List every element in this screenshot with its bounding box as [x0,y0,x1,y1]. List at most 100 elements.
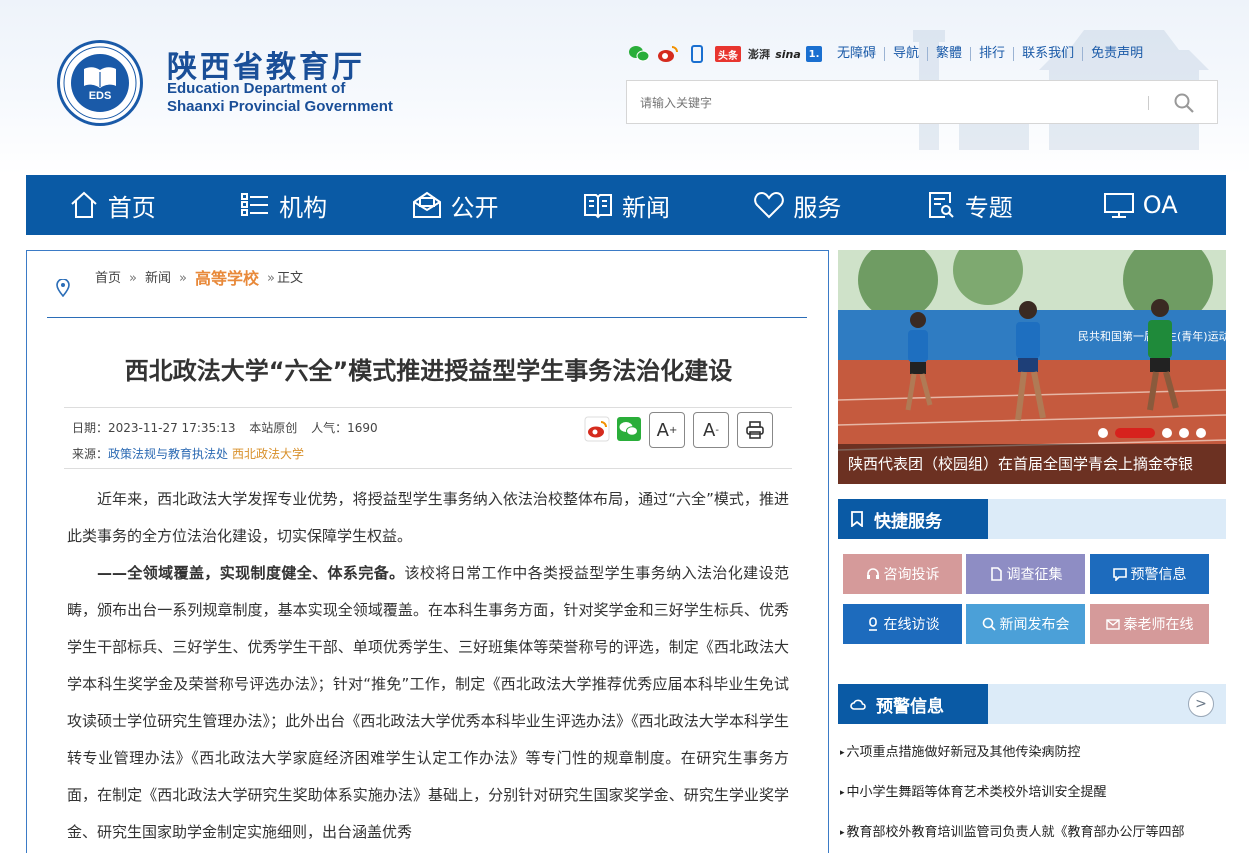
slider-dot-active[interactable] [1115,428,1155,438]
service-teacher-button[interactable]: 秦老师在线 [1090,604,1209,644]
breadcrumb-home[interactable]: 首页 [95,266,121,292]
warning-item[interactable]: 六项重点措施做好新冠及其他传染病防控 [840,740,1224,780]
breadcrumb-news[interactable]: 新闻 [145,266,171,292]
service-warning-button[interactable]: 预警信息 [1090,554,1209,594]
monitor-icon [1103,193,1134,218]
breadcrumb-tail: 正文 [276,271,303,286]
slider-dot[interactable] [1162,428,1172,438]
nav-topics-label: 专题 [964,193,1013,222]
warnings-list: 六项重点措施做好新冠及其他传染病防控 中小学生舞蹈等体育艺术类校外培训安全提醒 … [840,740,1224,853]
nav-institutions[interactable]: 机构 [197,175,368,235]
xuexi-icon[interactable]: 1. [806,46,822,62]
article-paragraph: 近年来，西北政法大学发挥专业优势，将授益型学生事务纳入依法治校整体布局，通过“六… [67,490,789,545]
service-survey-button[interactable]: 调查征集 [966,554,1085,594]
slider-dot[interactable] [1196,428,1206,438]
heart-icon [754,191,785,219]
link-contact[interactable]: 联系我们 [1014,47,1084,61]
nav-public-label: 公开 [450,193,499,222]
search-input[interactable] [640,93,1140,113]
mobile-icon[interactable] [686,44,708,64]
chevron-right-icon: > [1195,696,1207,712]
warnings-header: 预警信息 > [838,684,1226,724]
article-origin: 本站原创 [249,421,298,435]
wechat-icon[interactable] [628,44,650,64]
weibo-share-icon[interactable] [584,416,610,442]
nav-home-label: 首页 [107,193,156,222]
print-button[interactable] [737,412,773,448]
service-warning-label: 预警信息 [1130,567,1187,583]
search-divider [1148,96,1149,110]
news-slider[interactable]: 民共和国第一届学生(青年)运动会 陕西代表团（校园组）在首届全国学青会上摘金夺银 [838,250,1226,484]
mail-icon [412,191,441,218]
source-school-link[interactable]: 西北政法大学 [232,447,304,461]
nav-news[interactable]: 新闻 [540,175,711,235]
article-body: 近年来，西北政法大学发挥专业优势，将授益型学生事务纳入依法治校整体布局，通过“六… [67,481,789,851]
bookmark-icon [851,511,863,527]
nav-oa[interactable]: OA [1055,175,1226,235]
nav-topics[interactable]: 专题 [883,175,1054,235]
service-press-button[interactable]: 新闻发布会 [966,604,1085,644]
weibo-icon[interactable] [657,44,679,64]
warnings-more-button[interactable]: > [1188,691,1214,717]
slider-dot[interactable] [1098,428,1108,438]
service-survey-label: 调查征集 [1006,567,1063,583]
font-decrease-button[interactable]: A- [693,412,729,448]
slider-dot[interactable] [1179,428,1189,438]
service-interview-button[interactable]: 在线访谈 [843,604,962,644]
service-press-label: 新闻发布会 [999,617,1070,633]
nav-institutions-label: 机构 [279,193,328,222]
breadcrumb-separator: » [266,271,275,286]
paragraph-text: 该校将日常工作中各类授益型学生事务纳入法治化建设范畴，颁布出台一系列规章制度，基… [67,564,789,841]
quick-services-title: 快捷服务 [874,511,942,532]
nav-services[interactable]: 服务 [712,175,883,235]
service-interview-label: 在线访谈 [883,617,940,633]
site-name-en-line1: Education Department of [167,80,346,97]
nav-home[interactable]: 首页 [26,175,197,235]
breadcrumb-current[interactable]: 高等学校 [195,266,259,292]
link-accessibility[interactable]: 无障碍 [829,47,886,61]
warning-item[interactable]: 中小学生舞蹈等体育艺术类校外培训安全提醒 [840,780,1224,820]
logo-emblem: EDS [71,54,129,112]
search-icon [982,617,996,631]
thepaper-icon[interactable]: 澎湃 [748,44,770,64]
warning-item[interactable]: 教育部校外教育培训监管司负责人就《教育部办公厅等四部 [840,820,1224,853]
warnings-tab: 预警信息 [838,684,988,724]
slider-dots [1098,428,1213,438]
search-icon[interactable] [1173,92,1195,114]
quick-services-header: 快捷服务 [838,499,1226,539]
article-date: 日期：2023-11-27 17:35:13 [72,421,236,435]
font-increase-button[interactable]: A + [649,412,685,448]
source-label: 来源： [72,447,109,461]
toutiao-icon[interactable]: 头条 [715,46,741,62]
nav-public[interactable]: 公开 [369,175,540,235]
headset-icon [866,568,879,579]
meta-line1: 日期：2023-11-27 17:35:13 本站原创 人气：1690 [72,419,388,436]
header-architecture-decoration [913,30,1209,150]
link-traditional[interactable]: 繁體 [928,47,972,61]
nav-oa-label: OA [1142,191,1178,219]
article-views: 人气：1690 [311,421,378,435]
location-pin-icon [56,279,70,297]
breadcrumb: 首页 » 新闻 » 高等学校 » 正文 [47,269,807,318]
wechat-share-icon[interactable] [616,416,642,442]
site-logo[interactable]: EDS [57,40,143,126]
main-nav: 首页 机构 公开 新闻 服务 专题 OA [26,175,1226,235]
link-disclaimer[interactable]: 免责声明 [1083,47,1151,61]
link-navigation[interactable]: 导航 [885,47,929,61]
file-icon [990,567,1002,581]
article-paragraph: ——全领域覆盖，实现制度健全、体系完备。该校将日常工作中各类授益型学生事务纳入法… [67,555,789,851]
top-links-bar: 头条 澎湃 sina 1. 无障碍 导航 繁體 排行 联系我们 免责声明 [628,44,1151,64]
source-dept-link[interactable]: 政策法规与教育执法处 [108,447,228,461]
service-consult-label: 咨询投诉 [883,567,940,583]
font-increase-label: A [656,419,669,441]
font-decrease-label: A [703,419,716,441]
logo-text: EDS [88,90,112,102]
sina-icon[interactable]: sina [775,44,801,64]
microphone-icon [868,617,877,631]
link-ranking[interactable]: 排行 [971,47,1015,61]
article-panel: 首页 » 新闻 » 高等学校 » 正文 西北政法大学“六全”模式推进授益型学生事… [26,250,829,853]
slider-caption[interactable]: 陕西代表团（校园组）在首届全国学青会上摘金夺银 [838,444,1226,484]
service-consult-button[interactable]: 咨询投诉 [843,554,962,594]
breadcrumb-separator: » [129,271,137,286]
nav-services-label: 服务 [793,193,842,222]
